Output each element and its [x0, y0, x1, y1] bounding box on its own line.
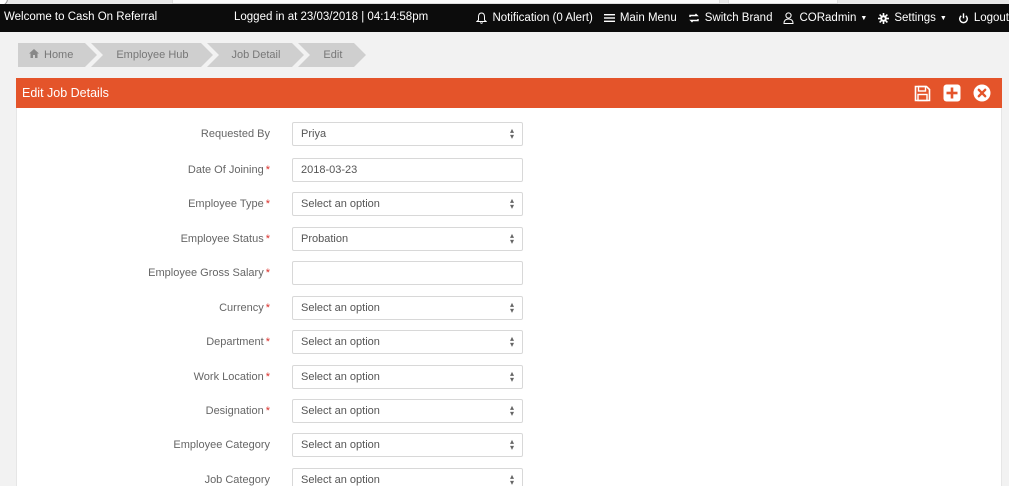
form-row-employee-gross-salary: Employee Gross Salary * — [33, 261, 523, 285]
panel-title: Edit Job Details — [22, 86, 109, 100]
welcome-text: Welcome to Cash On Referral — [4, 11, 158, 23]
select-arrows-icon: ▴ ▾ — [509, 472, 514, 486]
select-arrows-icon: ▴ ▾ — [509, 231, 514, 246]
select-arrows-icon: ▴ ▾ — [509, 300, 514, 315]
designation-value: Select an option — [301, 405, 380, 417]
currency-value: Select an option — [301, 302, 380, 314]
employee-category-select[interactable]: Select an option ▴ ▾ — [292, 433, 523, 457]
employee-gross-salary-label: Employee Gross Salary * — [148, 267, 270, 279]
main-menu-label: Main Menu — [619, 12, 677, 24]
panel-header: Edit Job Details — [16, 78, 1002, 108]
switch-arrows-icon — [688, 13, 700, 23]
bell-icon — [476, 12, 488, 24]
designation-label: Designation * — [205, 405, 270, 417]
caret-down-icon: ▼ — [860, 14, 868, 22]
breadcrumb-edit: Edit — [298, 43, 367, 67]
switch-brand-label: Switch Brand — [704, 12, 773, 24]
requested-by-select[interactable]: Priya ▴ ▾ — [292, 122, 523, 146]
job-category-value: Select an option — [301, 474, 380, 486]
designation-select[interactable]: Select an option ▴ ▾ — [292, 399, 523, 423]
breadcrumb-home[interactable]: Home — [18, 43, 98, 67]
work-location-value: Select an option — [301, 371, 380, 383]
department-select[interactable]: Select an option ▴ ▾ — [292, 330, 523, 354]
user-icon — [783, 12, 794, 24]
close-button[interactable] — [972, 83, 992, 103]
form-row-employee-category: Employee Category Select an option ▴ ▾ — [33, 433, 523, 457]
breadcrumb-home-label: Home — [44, 49, 74, 61]
panel-tools — [902, 83, 992, 103]
user-menu[interactable]: CORadmin ▼ — [783, 12, 867, 24]
select-arrows-icon: ▴ ▾ — [509, 126, 514, 141]
select-arrows-icon: ▴ ▾ — [509, 196, 514, 211]
currency-select[interactable]: Select an option ▴ ▾ — [292, 296, 523, 320]
home-icon — [29, 49, 39, 61]
currency-label: Currency * — [219, 302, 270, 314]
floppy-disk-icon — [914, 85, 930, 101]
form-row-work-location: Work Location * Select an option ▴ ▾ — [33, 365, 523, 389]
power-icon — [958, 12, 969, 24]
work-location-select[interactable]: Select an option ▴ ▾ — [292, 365, 523, 389]
employee-type-value: Select an option — [301, 198, 380, 210]
job-details-form: Requested By Priya ▴ ▾ Date Of Joining * 20… — [16, 108, 1002, 486]
gear-icon — [878, 12, 890, 24]
employee-category-label: Employee Category — [173, 439, 270, 451]
employee-status-select[interactable]: Probation ▴ ▾ — [292, 227, 523, 251]
user-name: CORadmin — [799, 12, 857, 24]
settings-label: Settings — [894, 12, 936, 24]
requested-by-value: Priya — [301, 128, 327, 140]
select-arrows-icon: ▴ ▾ — [509, 334, 514, 349]
date-of-joining-label: Date Of Joining * — [187, 164, 270, 176]
notification-label: Notification (0 Alert) — [492, 12, 593, 24]
logout-link[interactable]: Logout — [958, 12, 1009, 24]
plus-square-icon — [943, 84, 961, 102]
top-nav-links: Notification (0 Alert) Main Menu Switch … — [465, 4, 1009, 32]
job-category-label: Job Category — [204, 474, 270, 486]
breadcrumb-employee-hub[interactable]: Employee Hub — [91, 43, 213, 67]
work-location-label: Work Location * — [193, 371, 270, 383]
form-row-employee-type: Employee Type * Select an option ▴ ▾ — [33, 192, 523, 216]
date-of-joining-value: 2018-03-23 — [301, 164, 358, 176]
job-category-select[interactable]: Select an option ▴ ▾ — [292, 468, 523, 486]
add-button[interactable] — [942, 83, 962, 103]
breadcrumb-job-detail[interactable]: Job Detail — [206, 43, 305, 67]
form-row-date-of-joining: Date Of Joining * 2018-03-23 — [33, 158, 523, 182]
form-row-currency: Currency * Select an option ▴ ▾ — [33, 296, 523, 320]
employee-status-label: Employee Status * — [180, 233, 270, 245]
settings-menu[interactable]: Settings ▼ — [878, 12, 947, 24]
breadcrumb: Home Employee Hub Job Detail Edit — [18, 43, 367, 67]
date-of-joining-input[interactable]: 2018-03-23 — [292, 158, 523, 182]
notification-link[interactable]: Notification (0 Alert) — [476, 12, 593, 24]
select-arrows-icon: ▴ ▾ — [509, 403, 514, 418]
breadcrumb-employee-hub-label: Employee Hub — [116, 49, 189, 61]
select-arrows-icon: ▴ ▾ — [509, 437, 514, 452]
employee-type-select[interactable]: Select an option ▴ ▾ — [292, 192, 523, 216]
breadcrumb-edit-label: Edit — [323, 49, 343, 61]
close-circle-icon — [973, 84, 991, 102]
breadcrumb-job-detail-label: Job Detail — [231, 49, 281, 61]
select-arrows-icon: ▴ ▾ — [509, 369, 514, 384]
form-row-requested-by: Requested By Priya ▴ ▾ — [33, 122, 523, 146]
save-button[interactable] — [912, 83, 932, 103]
form-row-job-category: Job Category Select an option ▴ ▾ — [33, 468, 523, 486]
employee-type-label: Employee Type * — [188, 198, 270, 210]
department-label: Department * — [206, 336, 270, 348]
form-row-designation: Designation * Select an option ▴ ▾ — [33, 399, 523, 423]
main-menu-link[interactable]: Main Menu — [603, 12, 677, 24]
top-navbar: Welcome to Cash On Referral Logged in at… — [0, 4, 1009, 32]
employee-category-value: Select an option — [301, 439, 380, 451]
form-row-employee-status: Employee Status * Probation ▴ ▾ — [33, 227, 523, 251]
employee-gross-salary-input[interactable] — [292, 261, 523, 285]
employee-status-value: Probation — [301, 233, 349, 245]
department-value: Select an option — [301, 336, 380, 348]
caret-down-icon: ▼ — [939, 14, 947, 22]
switch-brand-link[interactable]: Switch Brand — [688, 12, 773, 24]
login-time: Logged in at 23/03/2018 | 04:14:58pm — [234, 11, 429, 23]
hamburger-icon — [603, 13, 615, 23]
logout-label: Logout — [973, 12, 1009, 24]
requested-by-label: Requested By — [200, 128, 270, 140]
form-row-department: Department * Select an option ▴ ▾ — [33, 330, 523, 354]
